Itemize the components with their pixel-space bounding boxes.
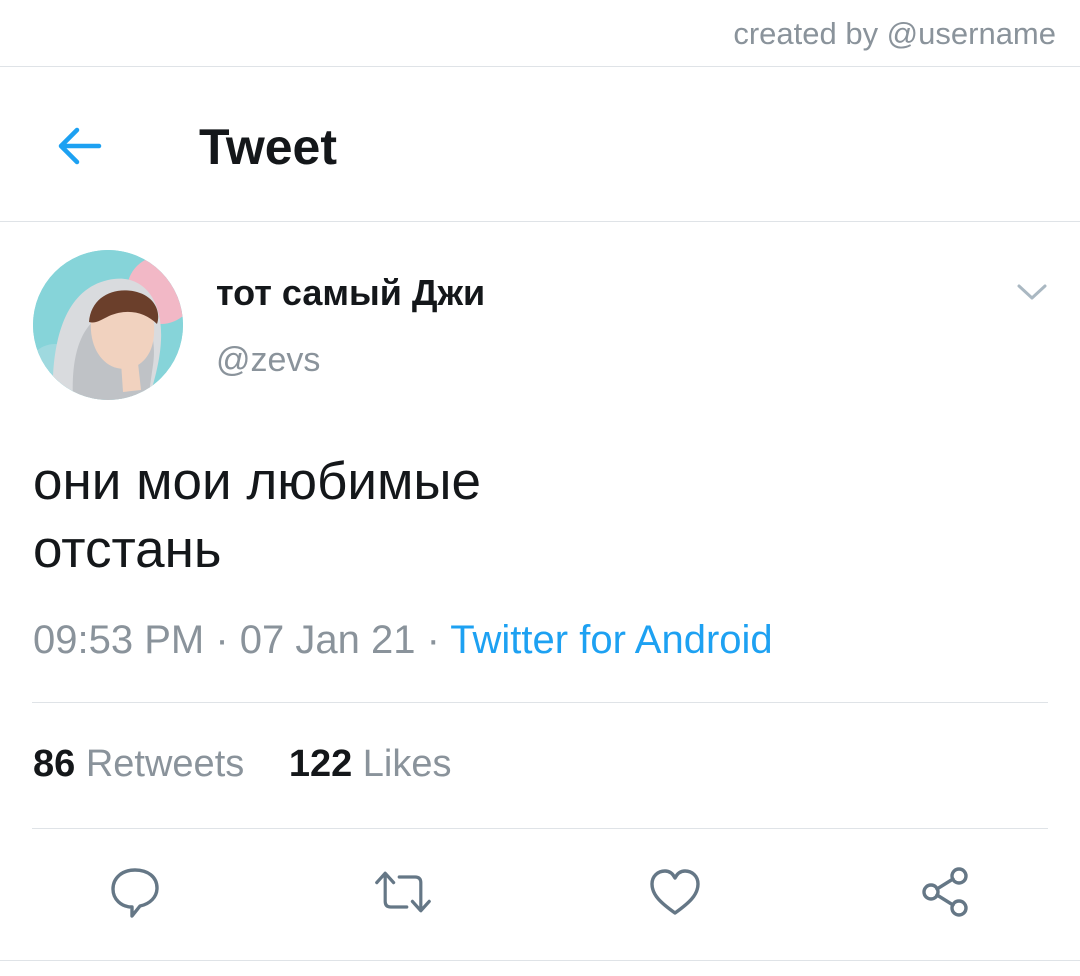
back-button[interactable] <box>48 118 108 174</box>
stats-divider <box>32 828 1048 829</box>
reply-icon <box>111 868 159 918</box>
user-handle[interactable]: @zevs <box>216 341 320 380</box>
tweet-stats: 86 Retweets 122 Likes <box>33 743 452 786</box>
likes-label: Likes <box>362 743 452 785</box>
retweets-label: Retweets <box>85 743 245 785</box>
likes-count: 122 <box>288 743 353 785</box>
bottom-divider <box>0 960 1080 961</box>
meta-separator: · <box>204 618 240 662</box>
share-icon <box>922 867 968 917</box>
tweet-meta: 09:53 PM · 07 Jan 21 · Twitter for Andro… <box>33 618 773 663</box>
tweet-source-link[interactable]: Twitter for Android <box>450 618 772 662</box>
tweet-time: 09:53 PM <box>33 618 205 662</box>
like-icon <box>650 869 700 915</box>
likes-stat[interactable]: 122 Likes <box>289 743 452 786</box>
header-divider <box>0 221 1080 222</box>
arrow-left-icon <box>58 127 102 165</box>
avatar[interactable] <box>33 250 183 400</box>
page-title: Tweet <box>199 119 337 175</box>
like-button[interactable] <box>645 862 705 922</box>
meta-divider <box>32 702 1048 703</box>
avatar-image <box>33 250 183 400</box>
retweets-stat[interactable]: 86 Retweets <box>33 743 244 786</box>
top-divider <box>0 66 1080 67</box>
retweets-count: 86 <box>33 743 76 785</box>
created-by-credit: created by @username <box>733 16 1056 51</box>
tweet-text-line: они мои любимые <box>33 452 481 511</box>
retweet-button[interactable] <box>373 862 433 922</box>
reply-button[interactable] <box>105 862 165 922</box>
share-button[interactable] <box>915 862 975 922</box>
tweet-date: 07 Jan 21 <box>239 618 416 662</box>
display-name[interactable]: тот самый Джи <box>216 272 485 314</box>
retweet-icon <box>375 871 431 913</box>
tweet-menu-button[interactable] <box>1012 276 1052 308</box>
tweet-text: они мои любимые отстань <box>33 448 481 584</box>
tweet-text-line: отстань <box>33 520 222 579</box>
meta-separator: · <box>415 618 451 662</box>
chevron-down-icon <box>1017 284 1047 300</box>
